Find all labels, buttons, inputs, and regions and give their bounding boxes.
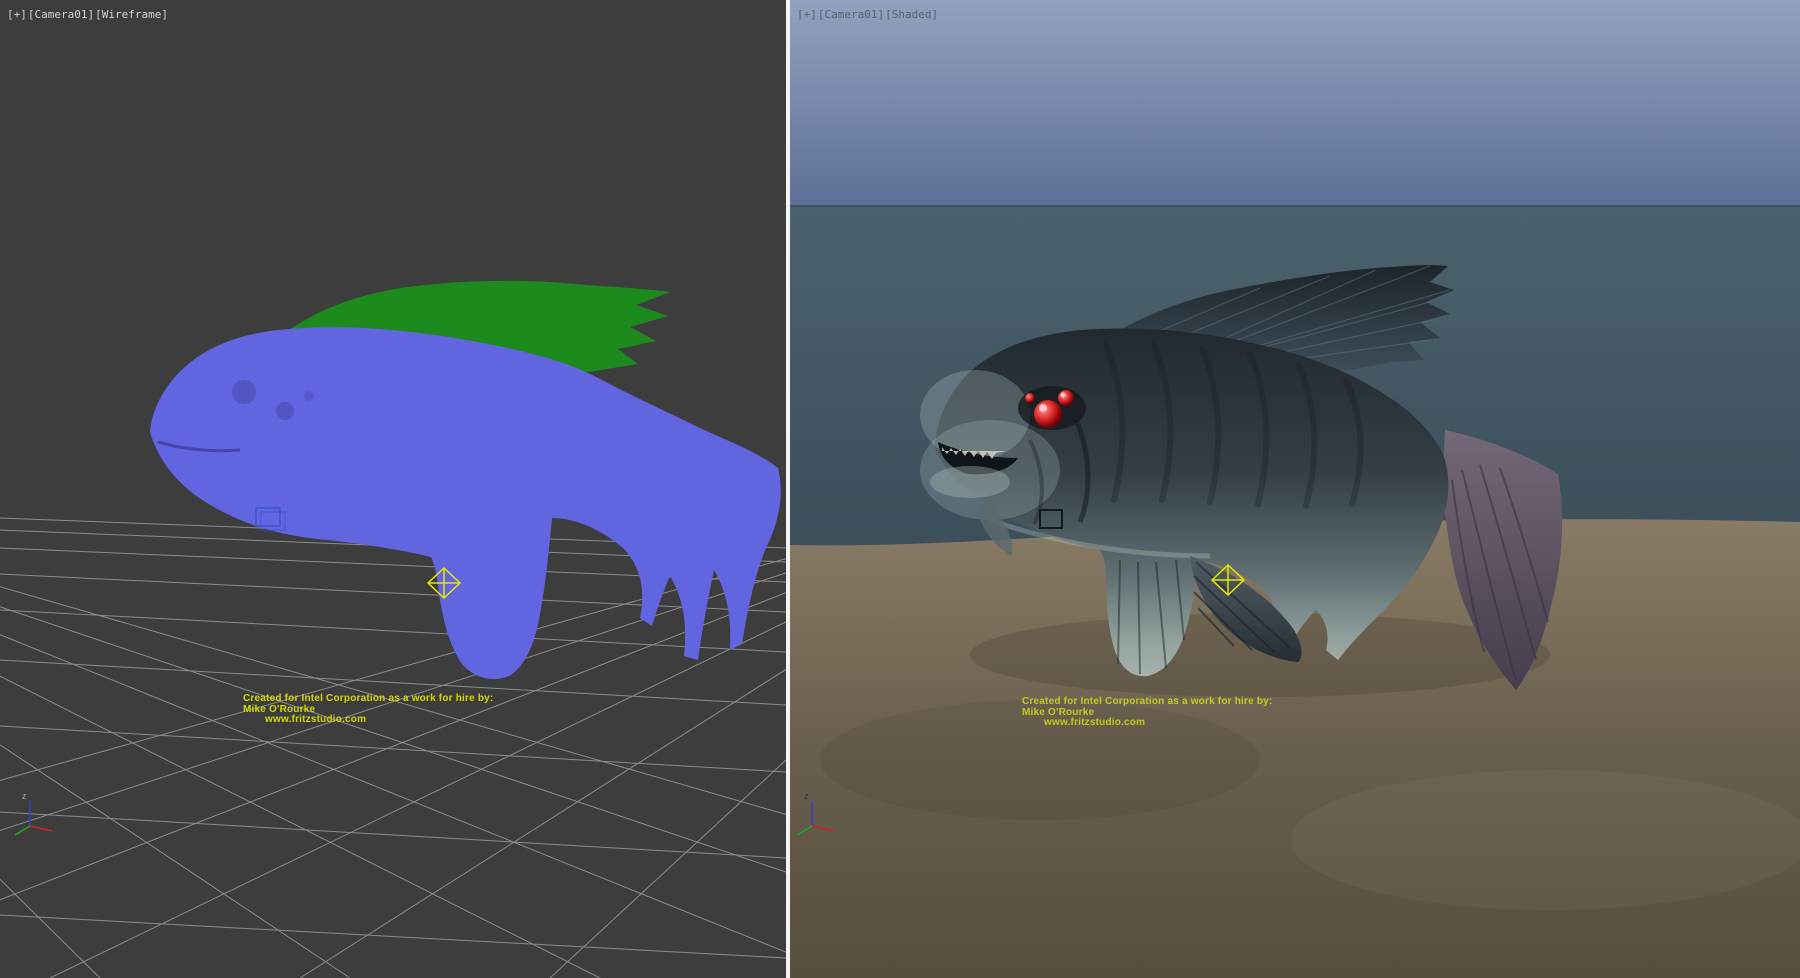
axis-z-label: z bbox=[804, 791, 809, 801]
credit-line-3: www.fritzstudio.com bbox=[1044, 718, 1272, 729]
axis-z-label: z bbox=[22, 791, 27, 801]
shading-menu[interactable]: [Wireframe] bbox=[95, 8, 168, 21]
pov-camera-menu[interactable]: [Camera01] bbox=[28, 8, 94, 21]
viewport-label: [+][Camera01][Wireframe] bbox=[7, 8, 169, 21]
viewport-shaded[interactable]: z [+][Camera01][Shaded] Created for Inte… bbox=[790, 0, 1800, 978]
fish-eyes bbox=[1018, 386, 1086, 430]
shading-menu[interactable]: [Shaded] bbox=[885, 8, 938, 21]
viewport-general-menu[interactable]: [+] bbox=[7, 8, 27, 21]
credit-line-3: www.fritzstudio.com bbox=[265, 715, 493, 726]
credit-line-1: Created for Intel Corporation as a work … bbox=[243, 694, 493, 705]
viewport-label: [+][Camera01][Shaded] bbox=[797, 8, 939, 21]
viewport-wireframe[interactable]: z [+][Camera01][Wireframe] Created for I… bbox=[0, 0, 786, 978]
credit-line-1: Created for Intel Corporation as a work … bbox=[1022, 697, 1272, 708]
scene-credit-text: Created for Intel Corporation as a work … bbox=[243, 694, 493, 726]
jaw-highlight bbox=[930, 466, 1010, 498]
ground-mottle bbox=[1290, 770, 1800, 910]
wireframe-canvas: z bbox=[0, 0, 786, 978]
pov-camera-menu[interactable]: [Camera01] bbox=[818, 8, 884, 21]
sky-background bbox=[790, 0, 1800, 206]
scene-credit-text: Created for Intel Corporation as a work … bbox=[1022, 697, 1272, 729]
shaded-canvas: z bbox=[790, 0, 1800, 978]
viewport-general-menu[interactable]: [+] bbox=[797, 8, 817, 21]
fish-model-wireframe[interactable] bbox=[150, 281, 781, 679]
